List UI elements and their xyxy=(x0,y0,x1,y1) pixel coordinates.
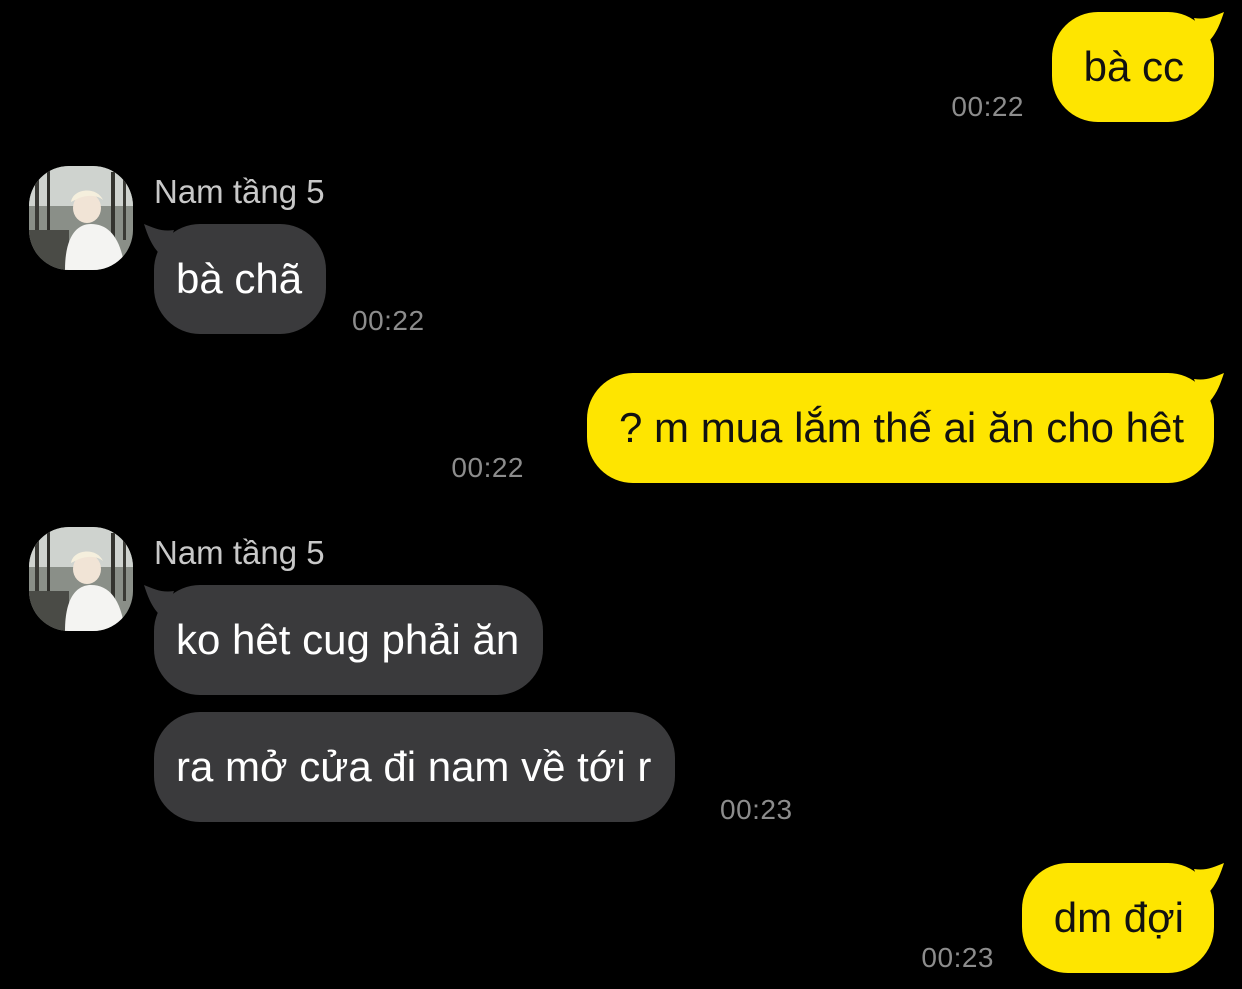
message-text: bà chã xyxy=(176,255,303,302)
bubble-tail-icon xyxy=(1194,373,1224,407)
message-text: dm đợi xyxy=(1053,894,1184,941)
message-timestamp: 00:22 xyxy=(951,91,1024,122)
message-text: bà cc xyxy=(1083,43,1184,90)
bubble-tail-icon xyxy=(144,585,174,619)
sender-name: Nam tầng 5 xyxy=(154,173,325,210)
sender-name: Nam tầng 5 xyxy=(154,534,325,571)
bubble-tail-icon xyxy=(1194,863,1224,897)
incoming-message-bubble[interactable]: ra mở cửa đi nam về tới r xyxy=(154,712,676,822)
message-text: ? m mua lắm thế ai ăn cho hêt xyxy=(619,404,1184,451)
message-timestamp: 00:22 xyxy=(352,305,425,336)
incoming-message-bubble[interactable]: bà chã xyxy=(144,224,327,334)
message-text: ra mở cửa đi nam về tới r xyxy=(176,743,652,790)
contact-avatar[interactable] xyxy=(29,166,133,270)
contact-avatar-photo xyxy=(29,527,133,631)
outgoing-message-bubble[interactable]: dm đợi xyxy=(1021,863,1224,973)
contact-avatar[interactable] xyxy=(29,527,133,631)
outgoing-message-bubble[interactable]: ? m mua lắm thế ai ăn cho hêt xyxy=(587,373,1224,483)
bubble-tail-icon xyxy=(1194,12,1224,46)
message-text: ko hêt cug phải ăn xyxy=(176,616,520,663)
bubble-tail-icon xyxy=(144,224,174,258)
message-timestamp: 00:23 xyxy=(921,942,994,973)
contact-avatar-photo xyxy=(29,166,133,270)
incoming-message-bubble[interactable]: ko hêt cug phải ăn xyxy=(144,585,544,695)
outgoing-message-bubble[interactable]: bà cc xyxy=(1051,12,1224,122)
message-timestamp: 00:23 xyxy=(720,794,793,825)
message-timestamp: 00:22 xyxy=(451,452,524,483)
